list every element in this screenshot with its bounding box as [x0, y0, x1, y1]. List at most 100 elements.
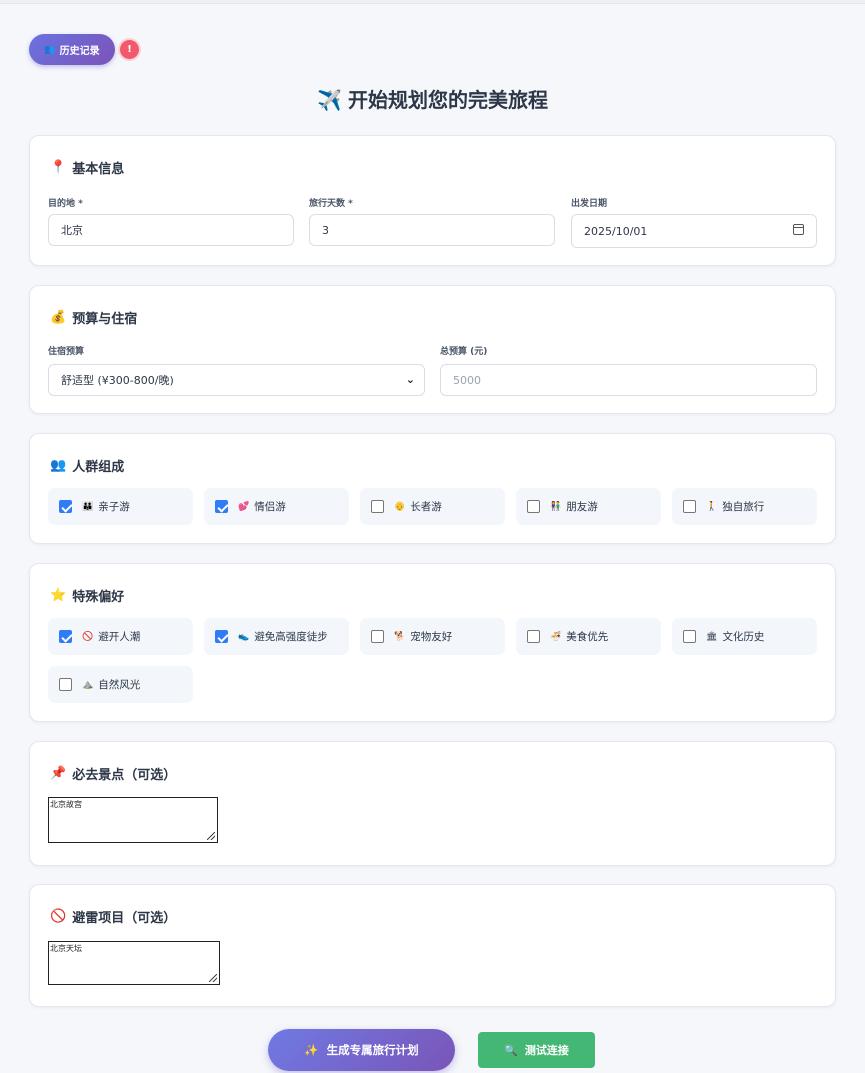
avoid-title-text: 避雷项目（可选） [72, 911, 177, 926]
checkbox[interactable] [59, 630, 72, 643]
avoid-card: 🚫 避雷项目（可选） 北京天坛 [29, 884, 836, 1007]
lodging-label: 住宿预算 [48, 347, 85, 357]
total-budget-input[interactable]: 5000 [440, 364, 817, 396]
budget-card: 💰 预算与住宿 住宿预算 舒适型 (¥300-800/晚) ⌄ 总预算 (元) … [29, 285, 836, 414]
pref-option-nature[interactable]: ⛰️ 自然风光 [48, 666, 193, 703]
basic-info-title: 📍 基本信息 [50, 158, 124, 177]
elder-icon: 👴 [394, 501, 406, 512]
group-option-elder[interactable]: 👴 长者游 [360, 488, 505, 525]
family-icon: 👪 [82, 501, 94, 512]
test-connection-label: 测试连接 [524, 1044, 569, 1057]
pref-option-pet-friendly[interactable]: 🐕 宠物友好 [360, 618, 505, 655]
group-option-family[interactable]: 👪 亲子游 [48, 488, 193, 525]
checkbox[interactable] [683, 630, 696, 643]
history-label: 历史记录 [59, 46, 100, 57]
option-label: 避开人潮 [98, 631, 141, 643]
page-title-text: 开始规划您的完美旅程 [347, 88, 548, 112]
checkbox[interactable] [59, 678, 72, 691]
date-value: 2025/10/01 [584, 224, 648, 238]
group-title-text: 人群组成 [72, 460, 125, 475]
group-option-friends[interactable]: 👫 朋友游 [516, 488, 661, 525]
resize-handle-icon[interactable] [207, 832, 215, 840]
basic-info-card: 📍 基本信息 目的地 * 北京 旅行天数 * 3 出发日期 2025/10/01 [29, 135, 836, 266]
must-visit-value: 北京故宫 [50, 800, 82, 809]
avoid-textarea[interactable]: 北京天坛 [48, 941, 220, 985]
checkbox[interactable] [371, 630, 384, 643]
total-budget-label: 总预算 (元) [440, 347, 488, 357]
must-visit-textarea[interactable]: 北京故宫 [48, 797, 218, 843]
resize-handle-icon[interactable] [209, 974, 217, 982]
checkbox[interactable] [215, 500, 228, 513]
destination-input[interactable]: 北京 [48, 214, 294, 246]
star-icon: ⭐ [50, 588, 67, 603]
shoe-icon: 👟 [238, 631, 250, 642]
option-label: 文化历史 [722, 631, 765, 643]
prohibited-icon: 🚫 [50, 909, 67, 924]
must-visit-card: 📌 必去景点（可选） 北京故宫 [29, 741, 836, 866]
lodging-selected-value: 舒适型 (¥300-800/晚) [61, 374, 174, 387]
pref-option-food[interactable]: 🍜 美食优先 [516, 618, 661, 655]
option-label: 情侣游 [254, 501, 286, 513]
chevron-down-icon: ⌄ [405, 373, 415, 386]
airplane-icon: ✈️ [317, 88, 342, 112]
user-icon: 👥 [44, 44, 56, 55]
generate-plan-label: 生成专属旅行计划 [326, 1043, 419, 1057]
option-label: 长者游 [410, 501, 442, 513]
sparkles-icon: ✨ [304, 1043, 319, 1057]
days-input[interactable]: 3 [309, 214, 555, 246]
lodging-select[interactable]: 舒适型 (¥300-800/晚) ⌄ [48, 364, 425, 396]
avoid-value: 北京天坛 [50, 944, 82, 953]
no-entry-icon: 🚫 [82, 631, 94, 642]
calendar-icon[interactable] [793, 224, 804, 235]
option-label: 避免高强度徒步 [254, 631, 328, 643]
checkbox[interactable] [683, 500, 696, 513]
option-label: 亲子游 [98, 501, 130, 513]
pushpin-icon: 📌 [50, 766, 67, 781]
option-label: 宠物友好 [410, 631, 453, 643]
option-label: 独自旅行 [722, 501, 765, 513]
people-icon: 👥 [50, 458, 67, 473]
checkbox[interactable] [59, 500, 72, 513]
alert-badge[interactable]: ! [120, 40, 139, 59]
budget-title-text: 预算与住宿 [72, 312, 138, 327]
basic-info-title-text: 基本信息 [72, 162, 125, 177]
option-label: 美食优先 [566, 631, 609, 643]
date-label: 出发日期 [571, 199, 608, 209]
days-label: 旅行天数 * [309, 199, 353, 209]
checkbox[interactable] [371, 500, 384, 513]
preferences-card: ⭐ 特殊偏好 🚫 避开人潮 👟 避免高强度徒步 🐕 宠物友好 🍜 美食优先 🏛 文化历史 … [29, 563, 836, 722]
history-button[interactable]: 👥 历史记录 [29, 34, 115, 65]
group-option-couple[interactable]: 💕 情侣游 [204, 488, 349, 525]
pet-icon: 🐕 [394, 631, 406, 642]
walker-icon: 🚶 [706, 501, 718, 512]
checkbox[interactable] [215, 630, 228, 643]
test-connection-button[interactable]: 🔍 测试连接 [478, 1032, 595, 1068]
pref-option-culture[interactable]: 🏛 文化历史 [672, 618, 817, 655]
hearts-icon: 💕 [238, 501, 250, 512]
avoid-title: 🚫 避雷项目（可选） [50, 907, 176, 926]
budget-title: 💰 预算与住宿 [50, 308, 137, 327]
mountain-icon: ⛰️ [82, 679, 94, 690]
must-visit-title: 📌 必去景点（可选） [50, 764, 176, 783]
preferences-title-text: 特殊偏好 [72, 590, 125, 605]
checkbox[interactable] [527, 630, 540, 643]
pref-option-avoid-hiking[interactable]: 👟 避免高强度徒步 [204, 618, 349, 655]
generate-plan-button[interactable]: ✨ 生成专属旅行计划 [268, 1029, 455, 1071]
date-input[interactable]: 2025/10/01 [571, 214, 817, 248]
page-title: ✈️ 开始规划您的完美旅程 [0, 84, 865, 113]
group-title: 👥 人群组成 [50, 456, 124, 475]
must-visit-title-text: 必去景点（可选） [72, 768, 177, 783]
top-border [0, 0, 865, 4]
option-label: 朋友游 [566, 501, 598, 513]
food-icon: 🍜 [550, 631, 562, 642]
checkbox[interactable] [527, 500, 540, 513]
preferences-title: ⭐ 特殊偏好 [50, 586, 124, 605]
museum-icon: 🏛 [706, 631, 718, 642]
pin-icon: 📍 [50, 160, 67, 175]
destination-label: 目的地 * [48, 199, 83, 209]
magnifier-icon: 🔍 [504, 1043, 518, 1057]
option-label: 自然风光 [98, 679, 141, 691]
pref-option-avoid-crowds[interactable]: 🚫 避开人潮 [48, 618, 193, 655]
friends-icon: 👫 [550, 501, 562, 512]
group-option-solo[interactable]: 🚶 独自旅行 [672, 488, 817, 525]
